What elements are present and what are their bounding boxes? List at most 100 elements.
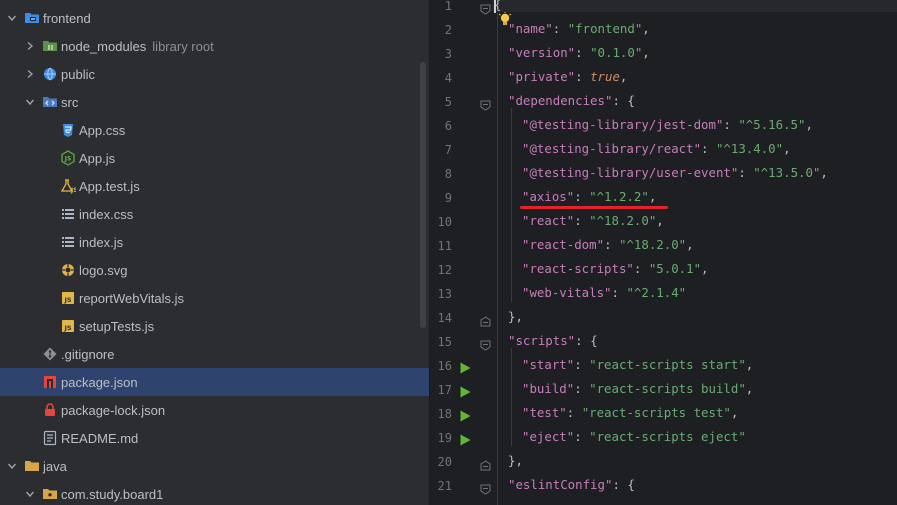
run-script-icon[interactable]: [459, 433, 471, 446]
line-number: 18: [437, 407, 452, 421]
tree-item[interactable]: index.js: [0, 228, 429, 256]
tree-item-label: logo.svg: [79, 262, 128, 278]
fold-open-icon[interactable]: [480, 482, 491, 495]
code-token: :: [633, 261, 649, 276]
code-area[interactable]: {"name": "frontend", "version": "0.1.0", "…: [492, 0, 897, 505]
folder-package-icon: [42, 486, 58, 502]
tree-item[interactable]: com.study.board1: [0, 480, 429, 505]
tree-item-label: .gitignore: [61, 346, 115, 362]
svg-text:JS: JS: [64, 156, 72, 163]
code-token: :: [612, 93, 628, 108]
fold-close-icon[interactable]: [480, 458, 491, 471]
code-token: :: [611, 285, 627, 300]
git-file-icon: [42, 346, 58, 362]
code-token: "react-scripts start": [589, 357, 746, 372]
chevron-right-icon[interactable]: [24, 40, 36, 52]
tree-scrollbar[interactable]: [420, 62, 426, 328]
code-line[interactable]: "start": "react-scripts start",: [522, 353, 753, 377]
tree-item[interactable]: public: [0, 60, 429, 88]
code-token: "react": [522, 213, 575, 228]
lightbulb-icon[interactable]: [498, 12, 512, 28]
folder-library-icon: [42, 38, 58, 54]
code-line[interactable]: "eject": "react-scripts eject": [522, 425, 746, 449]
tree-item[interactable]: package-lock.json: [0, 396, 429, 424]
chevron-right-icon[interactable]: [24, 68, 36, 80]
tree-item[interactable]: JS setupTests.js: [0, 312, 429, 340]
code-line[interactable]: "version": "0.1.0",: [508, 41, 650, 65]
svg-file-icon: [60, 262, 76, 278]
code-token: :: [575, 45, 591, 60]
markdown-file-icon: [42, 430, 58, 446]
project-tree[interactable]: frontend node_modules library root public sr…: [0, 0, 429, 505]
code-token: ,: [515, 309, 523, 324]
code-token: :: [575, 69, 591, 84]
tree-item[interactable]: JS App.js: [0, 144, 429, 172]
chevron-down-icon[interactable]: [6, 12, 18, 24]
code-token: "@testing-library/user-event": [522, 165, 739, 180]
code-line[interactable]: "scripts": {: [508, 329, 598, 353]
folder-module-icon: [24, 10, 40, 26]
line-number: 17: [437, 383, 452, 397]
code-line[interactable]: "react": "^18.2.0",: [522, 209, 664, 233]
tree-item[interactable]: App.css: [0, 116, 429, 144]
tree-item-label: package.json: [61, 374, 138, 390]
tree-item[interactable]: logo.svg: [0, 256, 429, 284]
code-line[interactable]: },: [508, 305, 523, 329]
code-line[interactable]: "private": true,: [508, 65, 627, 89]
code-token: :: [701, 141, 716, 156]
chevron-down-icon[interactable]: [24, 488, 36, 500]
tree-item[interactable]: node_modules library root: [0, 32, 429, 60]
tree-item-label: node_modules: [61, 38, 147, 54]
chevron-down-icon[interactable]: [24, 96, 36, 108]
run-script-icon[interactable]: [459, 385, 471, 398]
fold-open-icon[interactable]: [480, 98, 491, 111]
folder-source-icon: [42, 94, 58, 110]
tree-item[interactable]: java: [0, 452, 429, 480]
code-line[interactable]: "react-dom": "^18.2.0",: [522, 233, 694, 257]
code-token: :: [574, 381, 590, 396]
tree-item[interactable]: JS App.test.js: [0, 172, 429, 200]
code-token: ,: [730, 405, 739, 420]
tree-item[interactable]: JS reportWebVitals.js: [0, 284, 429, 312]
code-token: ,: [745, 357, 754, 372]
fold-open-icon[interactable]: [480, 2, 491, 15]
tree-item[interactable]: index.css: [0, 200, 429, 228]
run-script-icon[interactable]: [459, 409, 471, 422]
fold-close-icon[interactable]: [480, 314, 491, 327]
fold-open-icon[interactable]: [480, 338, 491, 351]
chevron-down-icon[interactable]: [6, 460, 18, 472]
code-line[interactable]: "web-vitals": "^2.1.4": [522, 281, 686, 305]
code-line[interactable]: },: [508, 449, 523, 473]
js-file-icon: JS: [60, 318, 76, 334]
code-line[interactable]: "@testing-library/react": "^13.4.0",: [522, 137, 791, 161]
code-line[interactable]: "react-scripts": "5.0.1",: [522, 257, 709, 281]
code-token: "^1.2.2": [589, 189, 649, 204]
tree-item[interactable]: README.md: [0, 424, 429, 452]
code-editor[interactable]: 1 2 3 4 5 6 7 8 9 10 11 12 13 14 15 16 17 18 19 20 21 {"name…: [429, 0, 897, 505]
code-line[interactable]: "name": "frontend",: [508, 17, 650, 41]
code-token: :: [574, 213, 590, 228]
tree-item[interactable]: src: [0, 88, 429, 116]
code-token: :: [574, 357, 590, 372]
line-number: 6: [444, 119, 452, 133]
css-file-icon: [60, 122, 76, 138]
code-line[interactable]: "test": "react-scripts test",: [522, 401, 738, 425]
current-line-highlight: [492, 0, 897, 12]
code-line[interactable]: "build": "react-scripts build",: [522, 377, 753, 401]
line-number: 20: [437, 455, 452, 469]
code-token: "^2.1.4": [626, 285, 687, 300]
code-line[interactable]: "@testing-library/jest-dom": "^5.16.5",: [522, 113, 813, 137]
code-line[interactable]: "@testing-library/user-event": "^13.5.0"…: [522, 161, 828, 185]
red-underline-annotation: [520, 206, 669, 209]
code-token: "frontend": [567, 21, 643, 36]
text-caret: [494, 0, 496, 13]
code-line[interactable]: "eslintConfig": {: [508, 473, 635, 497]
code-token: ,: [642, 21, 650, 36]
tree-item-label: src: [61, 94, 79, 110]
run-script-icon[interactable]: [459, 361, 471, 374]
tree-item[interactable]: frontend: [0, 4, 429, 32]
nodejs-file-icon: JS: [60, 150, 76, 166]
tree-item[interactable]: package.json: [0, 368, 429, 396]
tree-item[interactable]: .gitignore: [0, 340, 429, 368]
code-line[interactable]: "dependencies": {: [508, 89, 635, 113]
